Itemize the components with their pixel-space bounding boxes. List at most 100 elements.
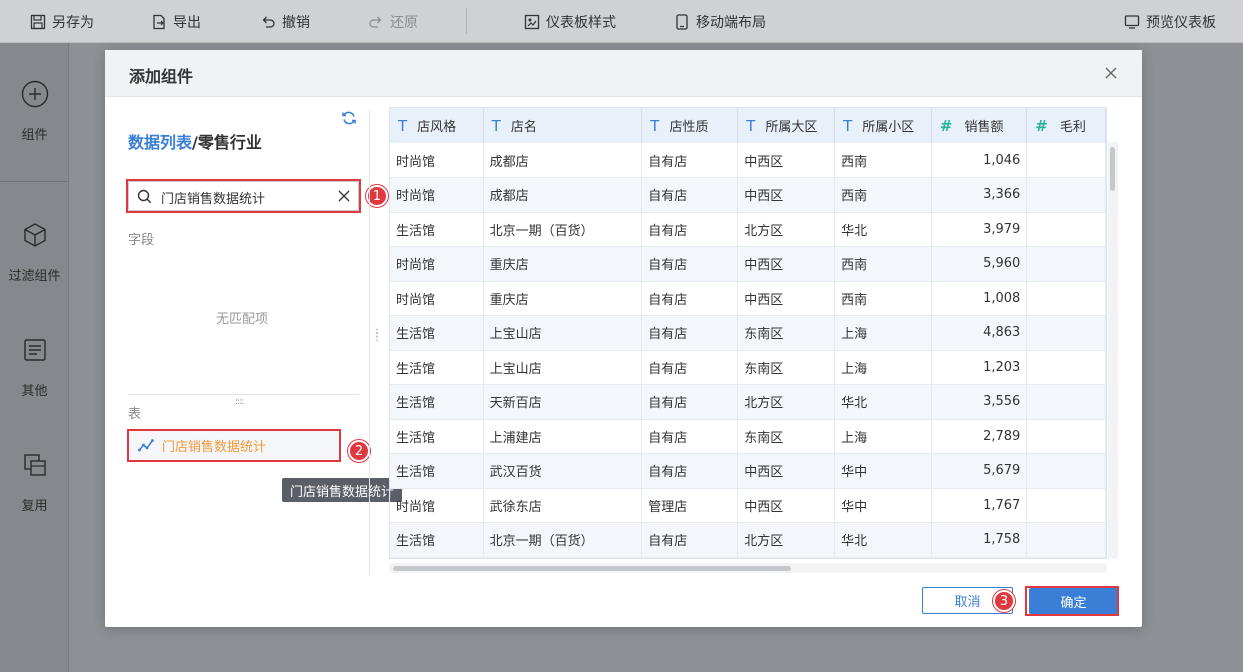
no-match-text: 无匹配项: [216, 312, 269, 327]
table-cell: 生活馆: [390, 522, 484, 558]
splitter-grip-icon[interactable]: ⋮ ⋮: [372, 329, 382, 343]
rail-item-reuse[interactable]: 复用: [0, 451, 69, 514]
rail-item-component-label: 组件: [21, 128, 48, 143]
mobile-icon: [676, 13, 688, 30]
search-input[interactable]: 门店销售数据统计: [128, 181, 359, 211]
table-cell: 上海: [834, 315, 932, 351]
table-row: 生活馆 上宝山店 自有店 东南区 上海 1,203: [390, 350, 1106, 385]
column-header[interactable]: T 店性质: [641, 108, 739, 143]
text-type-icon: T: [491, 117, 501, 135]
table-cell: 东南区: [737, 315, 836, 351]
step-badge-2: 2: [348, 440, 370, 462]
panel-splitter[interactable]: [369, 110, 370, 575]
table-cell: 时尚馆: [390, 246, 484, 282]
table-cell: [1026, 246, 1106, 282]
table-cell: 自有店: [641, 281, 739, 316]
table-row: 生活馆 北京一期（百货） 自有店 北方区 华北 1,758: [390, 522, 1106, 558]
vertical-scroll-thumb[interactable]: [1110, 147, 1115, 191]
column-header[interactable]: # 毛利: [1026, 108, 1106, 143]
table-cell: 自有店: [641, 350, 739, 385]
undo-button[interactable]: 撤销: [260, 0, 310, 43]
redo-icon: [369, 16, 382, 28]
table-cell: 华北: [834, 522, 932, 558]
table-row: 时尚馆 武徐东店 管理店 中西区 华中 1,767: [390, 488, 1106, 523]
export-button[interactable]: 导出: [151, 0, 201, 43]
table-row: 生活馆 武汉百货 自有店 中西区 华中 5,679: [390, 453, 1106, 489]
export-label: 导出: [173, 14, 201, 31]
column-header-label: 店名: [510, 120, 537, 135]
table-cell: 1,767: [931, 488, 1028, 523]
number-type-icon: #: [939, 117, 953, 135]
breadcrumb-link[interactable]: 数据列表: [128, 133, 192, 152]
table-cell: [1026, 488, 1106, 523]
column-header-label: 所属小区: [862, 120, 915, 135]
table-list-item[interactable]: 门店销售数据统计: [128, 430, 338, 460]
vertical-scrollbar[interactable]: [1108, 142, 1118, 559]
fields-label: 字段: [128, 233, 155, 248]
preview-dashboard-button[interactable]: 预览仪表板: [1124, 0, 1216, 43]
table-row: 时尚馆 成都店 自有店 中西区 西南 3,366: [390, 177, 1106, 213]
column-header[interactable]: T 所属小区: [834, 108, 932, 143]
search-value: 门店销售数据统计: [161, 192, 266, 207]
horizontal-scroll-thumb[interactable]: [393, 566, 791, 571]
table-cell: 上宝山店: [483, 350, 643, 385]
dashboard-style-label: 仪表板样式: [546, 14, 616, 31]
toolbar-divider: [466, 8, 467, 34]
table-cell: [1026, 419, 1106, 454]
table-cell: 管理店: [641, 488, 739, 523]
search-icon: [137, 189, 152, 204]
clear-icon[interactable]: [338, 190, 350, 202]
dashboard-style-button[interactable]: 仪表板样式: [524, 0, 616, 43]
preview-table: T 店风格 T 店名 T 店性质 T 所属大区 T 所属小区 # 销售额 # 毛利 时尚馆 成都店 自有店 中西…: [390, 108, 1106, 558]
confirm-button[interactable]: 确定: [1029, 588, 1118, 614]
column-header[interactable]: T 店风格: [390, 108, 484, 143]
resize-grip-icon[interactable]: ::::: [235, 397, 244, 407]
table-cell: 武徐东店: [483, 488, 643, 523]
table-cell: 时尚馆: [390, 281, 484, 316]
table-cell: 生活馆: [390, 453, 484, 489]
rail-item-other[interactable]: 其他: [0, 336, 69, 399]
table-cell: 3,979: [931, 212, 1028, 247]
table-cell: [1026, 281, 1106, 316]
table-cell: [1026, 522, 1106, 558]
column-header[interactable]: # 销售额: [931, 108, 1028, 143]
mobile-layout-button[interactable]: 移动端布局: [674, 0, 766, 43]
table-cell: 中西区: [737, 177, 836, 213]
table-cell: 华中: [834, 453, 932, 489]
table-cell: 2,789: [931, 419, 1028, 454]
table-row: 生活馆 上宝山店 自有店 东南区 上海 4,863: [390, 315, 1106, 351]
column-header[interactable]: T 店名: [483, 108, 643, 143]
table-cell: 天新百店: [483, 384, 643, 420]
export-icon: [153, 14, 165, 29]
rail-item-other-label: 其他: [21, 384, 48, 399]
table-cell: 东南区: [737, 419, 836, 454]
rail-item-component[interactable]: 组件: [0, 80, 69, 143]
table-cell: 上海: [834, 350, 932, 385]
document-icon: [23, 339, 46, 361]
table-cell: 时尚馆: [390, 143, 484, 178]
horizontal-scrollbar[interactable]: [389, 563, 1107, 573]
save-as-button[interactable]: 另存为: [30, 0, 94, 43]
table-cell: 自有店: [641, 419, 739, 454]
undo-label: 撤销: [282, 14, 310, 31]
table-cell: 上宝山店: [483, 315, 643, 351]
redo-button[interactable]: 还原: [368, 0, 418, 43]
text-type-icon: T: [650, 117, 660, 135]
tables-label: 表: [128, 407, 142, 422]
table-cell: 自有店: [641, 384, 739, 420]
table-cell: 5,960: [931, 246, 1028, 282]
breadcrumb: 数据列表/零售行业: [128, 129, 262, 153]
table-cell: 重庆店: [483, 281, 643, 316]
table-cell: 自有店: [641, 522, 739, 558]
table-cell: 自有店: [641, 315, 739, 351]
table-cell: 西南: [834, 246, 932, 282]
column-header[interactable]: T 所属大区: [737, 108, 836, 143]
table-row: 生活馆 北京一期（百货） 自有店 北方区 华北 3,979: [390, 212, 1106, 247]
table-cell: 北方区: [737, 522, 836, 558]
rail-item-filter[interactable]: 过滤组件: [0, 221, 69, 284]
save-as-label: 另存为: [52, 14, 94, 31]
refresh-icon[interactable]: [341, 110, 357, 126]
table-tooltip: 门店销售数据统计: [282, 478, 403, 502]
table-cell: 自有店: [641, 177, 739, 213]
close-icon[interactable]: [1104, 66, 1118, 80]
